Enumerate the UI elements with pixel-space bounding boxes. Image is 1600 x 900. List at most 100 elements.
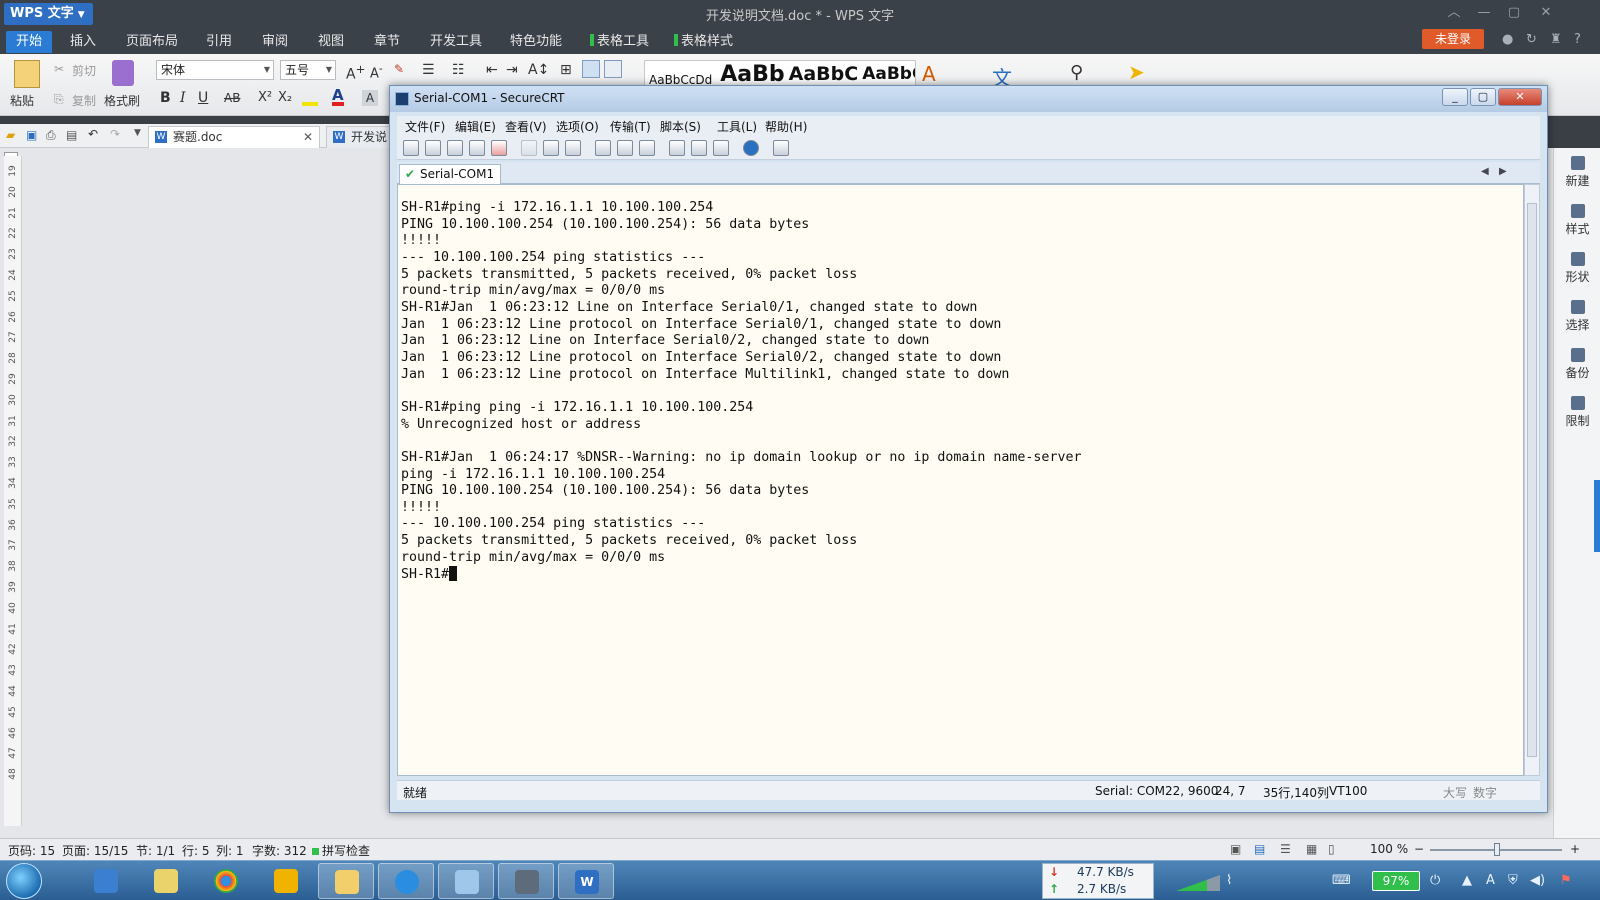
format-painter-button[interactable]: 格式刷 (104, 92, 140, 109)
connect-tab-icon[interactable] (447, 140, 463, 156)
copy-button[interactable]: 复制 (72, 92, 96, 109)
strikethrough-icon[interactable]: AB (224, 91, 240, 105)
cut-button[interactable]: 剪切 (72, 62, 96, 79)
web-view-icon[interactable]: ▦ (1306, 842, 1317, 856)
terminal-scrollbar[interactable] (1524, 184, 1540, 776)
zoom-out-button[interactable]: − (1414, 842, 1424, 856)
show-hidden-icons[interactable]: ▲ (1462, 873, 1472, 888)
shirt-icon[interactable]: ♜ (1550, 32, 1562, 47)
taskbar-notes[interactable] (138, 863, 194, 899)
new-style-icon[interactable]: A (922, 62, 936, 86)
style-heading-1[interactable]: AaBb (720, 62, 784, 87)
crt-minimize-button[interactable]: _ (1442, 88, 1468, 106)
panel-new[interactable]: 新建 (1554, 156, 1600, 189)
zoom-slider-thumb[interactable] (1494, 843, 1500, 856)
terminal-output[interactable]: SH-R1#ping -i 172.16.1.1 10.100.100.254 P… (397, 184, 1524, 776)
font-color-icon[interactable]: A (332, 88, 344, 106)
open-icon[interactable]: ▰ (6, 128, 15, 142)
power-plug-icon[interactable]: ⏻ (1430, 873, 1440, 888)
reading-view-icon[interactable]: ▯ (1328, 842, 1335, 856)
menu-tools[interactable]: 工具(L) (717, 118, 757, 135)
tab-home[interactable]: 开始 (6, 31, 53, 53)
undo-icon[interactable]: ↶ (88, 127, 98, 141)
signal-strength-icon[interactable] (1176, 875, 1220, 891)
outline-view-icon[interactable]: ☰ (1280, 842, 1291, 856)
tab-references[interactable]: 引用 (196, 31, 242, 53)
print-screen-icon[interactable] (639, 140, 655, 156)
paste-icon[interactable] (14, 60, 40, 88)
tab-page-layout[interactable]: 页面布局 (116, 31, 188, 53)
print-icon[interactable] (595, 140, 611, 156)
menu-edit[interactable]: 编辑(E) (455, 118, 496, 135)
menu-file[interactable]: 文件(F) (405, 118, 445, 135)
taskbar-app[interactable] (438, 863, 494, 899)
sftp-icon[interactable] (773, 140, 789, 156)
print-preview-icon[interactable]: ▤ (66, 128, 77, 142)
text-direction-icon[interactable]: A↕ (528, 62, 549, 78)
shield-icon[interactable]: ⛨ (1508, 873, 1518, 888)
menu-transfer[interactable]: 传输(T) (610, 118, 651, 135)
session-tab-serial-com1[interactable]: ✔ Serial-COM1 (399, 164, 502, 184)
taskbar-outlook[interactable] (258, 863, 314, 899)
tab-insert[interactable]: 插入 (60, 31, 106, 53)
font-size-select[interactable]: 五号 ▼ (280, 60, 336, 80)
close-button[interactable]: ✕ (1532, 3, 1560, 23)
panel-restrict[interactable]: 限制 (1554, 396, 1600, 429)
tab-next-icon[interactable]: ▶ (1499, 166, 1507, 177)
taskbar-wps[interactable]: W (558, 863, 614, 899)
copy-icon[interactable] (521, 140, 537, 156)
char-shading-icon[interactable]: A (362, 90, 378, 106)
paste-icon[interactable] (543, 140, 559, 156)
paste-button[interactable]: 粘贴 (10, 92, 34, 109)
zoom-level[interactable]: 100 % (1370, 842, 1408, 856)
tab-table-style[interactable]: 表格样式 (664, 31, 743, 53)
show-marks-icon[interactable] (582, 60, 600, 78)
tab-chapter[interactable]: 章节 (364, 31, 410, 53)
print-selection-icon[interactable] (617, 140, 633, 156)
taskbar-explorer[interactable] (318, 863, 374, 899)
find-icon[interactable] (565, 140, 581, 156)
bullet-list-icon[interactable]: ☰ (422, 62, 435, 78)
underline-icon[interactable]: U (198, 90, 208, 106)
highlight-icon[interactable] (302, 88, 318, 106)
tray-app-icon[interactable]: A (1486, 873, 1495, 888)
superscript-icon[interactable]: X² (258, 90, 272, 105)
menu-options[interactable]: 选项(O) (556, 118, 599, 135)
full-screen-icon[interactable]: ▣ (1230, 842, 1241, 856)
chevron-down-icon[interactable]: ▼ (134, 128, 141, 138)
session-options-icon[interactable] (669, 140, 685, 156)
minimize-button[interactable]: — (1470, 3, 1498, 23)
font-name-select[interactable]: 宋体 ▼ (156, 60, 274, 80)
disconnect-icon[interactable] (491, 140, 507, 156)
doc-tab-saiti[interactable]: W 赛题.doc ✕ (148, 126, 320, 148)
securecrt-titlebar[interactable]: Serial-COM1 - SecureCRT _ ▢ ✕ (390, 86, 1547, 112)
reconnect-icon[interactable] (469, 140, 485, 156)
style-heading-3[interactable]: AaBbC (862, 64, 915, 84)
login-button[interactable]: 未登录 (1422, 29, 1484, 49)
crt-close-button[interactable]: ✕ (1498, 88, 1542, 106)
taskbar-securecrt[interactable] (498, 863, 554, 899)
pane-expand-handle[interactable] (1594, 480, 1600, 552)
panel-select[interactable]: 选择 (1554, 300, 1600, 333)
print-icon[interactable]: ⎙ (46, 128, 56, 143)
tab-prev-icon[interactable]: ◀ (1481, 166, 1489, 177)
doc-tab-kaifa[interactable]: W 开发说 (326, 126, 390, 148)
keymap-icon[interactable] (713, 140, 729, 156)
close-icon[interactable]: ✕ (303, 127, 313, 147)
table-icon[interactable]: ⊞ (560, 62, 572, 78)
taskbar-computer[interactable] (78, 863, 134, 899)
wifi-icon[interactable]: ⌇ (1226, 873, 1232, 888)
help-icon[interactable]: ? (1574, 32, 1581, 47)
page-view-icon[interactable]: ▤ (1254, 842, 1265, 856)
global-options-icon[interactable] (691, 140, 707, 156)
tab-table-tools[interactable]: 表格工具 (580, 31, 659, 53)
keyboard-icon[interactable]: ⌨ (1332, 873, 1351, 888)
battery-indicator[interactable]: 97% (1372, 871, 1420, 891)
italic-icon[interactable]: I (180, 90, 186, 106)
panel-shape[interactable]: 形状 (1554, 252, 1600, 285)
subscript-icon[interactable]: X₂ (278, 90, 292, 105)
ribbon-collapse-button[interactable]: ︿ (1440, 3, 1468, 23)
action-center-icon[interactable]: ⚑ (1560, 873, 1572, 888)
volume-icon[interactable]: ◀) (1530, 873, 1545, 888)
tab-developer[interactable]: 开发工具 (420, 31, 492, 53)
